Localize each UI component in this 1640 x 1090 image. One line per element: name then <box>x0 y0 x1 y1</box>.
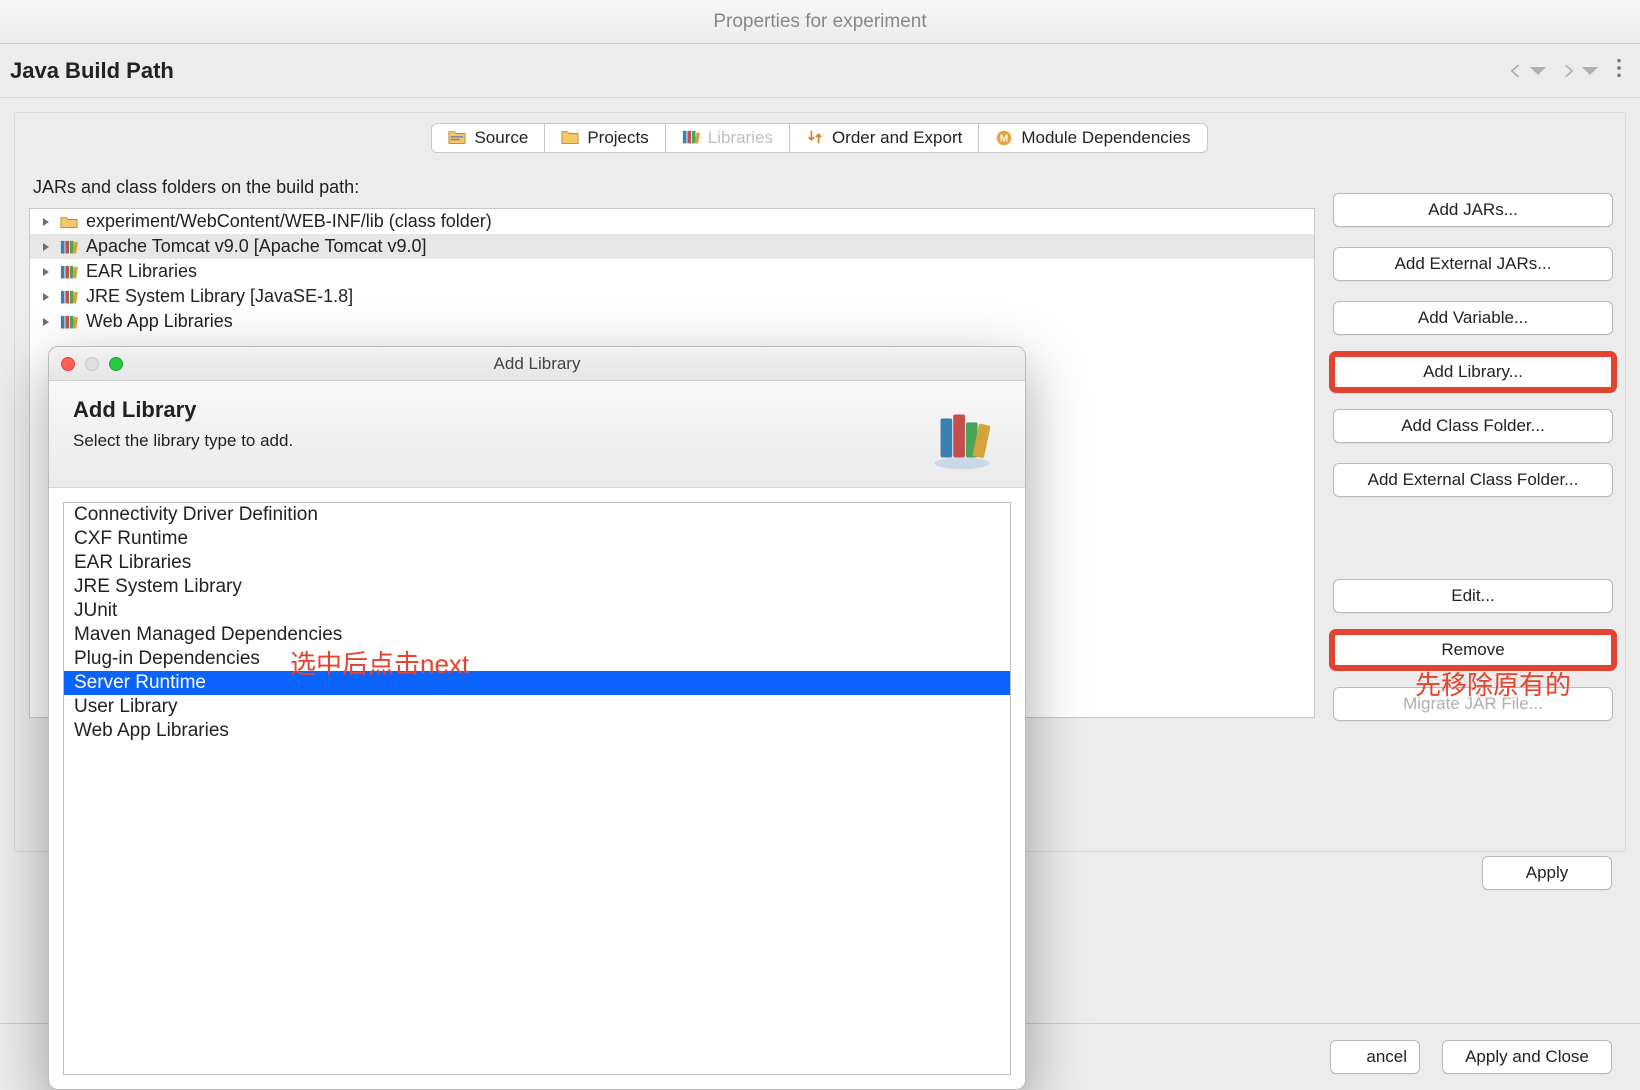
disclosure-triangle-icon[interactable] <box>40 292 52 302</box>
add-jars-button[interactable]: Add JARs... <box>1333 193 1613 227</box>
library-stack-icon <box>60 239 78 255</box>
window-title-text: Properties for experiment <box>713 11 926 33</box>
libraries-icon <box>682 129 700 147</box>
tab-order-label: Order and Export <box>832 128 962 148</box>
disclosure-triangle-icon[interactable] <box>40 267 52 277</box>
library-type-item[interactable]: User Library <box>64 695 1010 719</box>
tree-row-label: EAR Libraries <box>86 261 197 282</box>
tree-row-label: Apache Tomcat v9.0 [Apache Tomcat v9.0] <box>86 236 427 257</box>
dialog-titlebar[interactable]: Add Library <box>49 347 1025 381</box>
tree-row[interactable]: EAR Libraries <box>30 259 1314 284</box>
dialog-header: Add Library Select the library type to a… <box>49 381 1025 488</box>
apply-button[interactable]: Apply <box>1482 856 1612 890</box>
disclosure-triangle-icon[interactable] <box>40 317 52 327</box>
tree-row[interactable]: experiment/WebContent/WEB-INF/lib (class… <box>30 209 1314 234</box>
zoom-icon[interactable] <box>109 357 123 371</box>
tab-source-label: Source <box>474 128 528 148</box>
library-type-item[interactable]: Web App Libraries <box>64 719 1010 743</box>
tree-row-label: JRE System Library [JavaSE-1.8] <box>86 286 353 307</box>
library-type-item[interactable]: Connectivity Driver Definition <box>64 503 1010 527</box>
module-deps-icon: M <box>995 129 1013 147</box>
dialog-heading: Add Library <box>73 397 293 423</box>
cancel-button[interactable]: ancel <box>1330 1040 1420 1074</box>
add-library-dialog: Add Library Add Library Select the libra… <box>48 346 1026 1090</box>
tree-row[interactable]: Apache Tomcat v9.0 [Apache Tomcat v9.0] <box>30 234 1314 259</box>
library-type-item[interactable]: CXF Runtime <box>64 527 1010 551</box>
library-stack-icon <box>60 289 78 305</box>
library-illustration-icon <box>923 397 1001 475</box>
library-type-item[interactable]: Server Runtime <box>64 671 1010 695</box>
tab-projects[interactable]: Projects <box>544 123 665 153</box>
tab-module-label: Module Dependencies <box>1021 128 1190 148</box>
annotation-select-next: 选中后点击next <box>290 644 469 681</box>
library-stack-icon <box>60 314 78 330</box>
disclosure-triangle-icon[interactable] <box>40 217 52 227</box>
source-folder-icon <box>448 129 466 147</box>
side-buttons: Add JARs... Add External JARs... Add Var… <box>1333 193 1613 721</box>
nav-forward-icon[interactable] <box>1558 61 1600 81</box>
kebab-icon[interactable] <box>1610 57 1628 84</box>
window-title: Properties for experiment <box>0 0 1640 44</box>
svg-text:M: M <box>1000 134 1008 145</box>
remove-button[interactable]: Remove <box>1333 633 1613 667</box>
tab-order-export[interactable]: Order and Export <box>789 123 979 153</box>
tab-module-deps[interactable]: M Module Dependencies <box>978 123 1207 153</box>
disclosure-triangle-icon[interactable] <box>40 242 52 252</box>
library-type-item[interactable]: JRE System Library <box>64 575 1010 599</box>
tab-source[interactable]: Source <box>431 123 545 153</box>
library-stack-icon <box>60 264 78 280</box>
add-external-jars-button[interactable]: Add External JARs... <box>1333 247 1613 281</box>
tabs-bar: Source Projects Libraries Order and Expo… <box>15 113 1625 153</box>
library-type-item[interactable]: Maven Managed Dependencies <box>64 623 1010 647</box>
tree-row-label: Web App Libraries <box>86 311 233 332</box>
add-class-folder-button[interactable]: Add Class Folder... <box>1333 409 1613 443</box>
library-type-item[interactable]: JUnit <box>64 599 1010 623</box>
projects-folder-icon <box>561 129 579 147</box>
tab-projects-label: Projects <box>587 128 648 148</box>
library-type-item[interactable]: Plug-in Dependencies <box>64 647 1010 671</box>
annotation-remove-first: 先移除原有的 <box>1415 665 1571 702</box>
tree-row-label: experiment/WebContent/WEB-INF/lib (class… <box>86 211 492 232</box>
page-title: Java Build Path <box>10 58 174 84</box>
tab-libraries[interactable]: Libraries <box>665 123 790 153</box>
library-type-item[interactable]: EAR Libraries <box>64 551 1010 575</box>
add-external-class-folder-button[interactable]: Add External Class Folder... <box>1333 463 1613 497</box>
dialog-subheading: Select the library type to add. <box>73 431 293 451</box>
add-library-button[interactable]: Add Library... <box>1333 355 1613 389</box>
apply-and-close-button[interactable]: Apply and Close <box>1442 1040 1612 1074</box>
close-icon[interactable] <box>61 357 75 371</box>
add-variable-button[interactable]: Add Variable... <box>1333 301 1613 335</box>
tree-row[interactable]: Web App Libraries <box>30 309 1314 334</box>
tab-libraries-label: Libraries <box>708 128 773 148</box>
order-export-icon <box>806 129 824 147</box>
class-folder-icon <box>60 214 78 230</box>
nav-back-icon[interactable] <box>1506 61 1548 81</box>
apply-row: Apply <box>1482 856 1612 890</box>
dialog-title: Add Library <box>494 354 581 374</box>
minimize-icon <box>85 357 99 371</box>
tree-row[interactable]: JRE System Library [JavaSE-1.8] <box>30 284 1314 309</box>
edit-button[interactable]: Edit... <box>1333 579 1613 613</box>
page-header: Java Build Path <box>0 44 1640 98</box>
library-type-list[interactable]: Connectivity Driver DefinitionCXF Runtim… <box>63 502 1011 1075</box>
